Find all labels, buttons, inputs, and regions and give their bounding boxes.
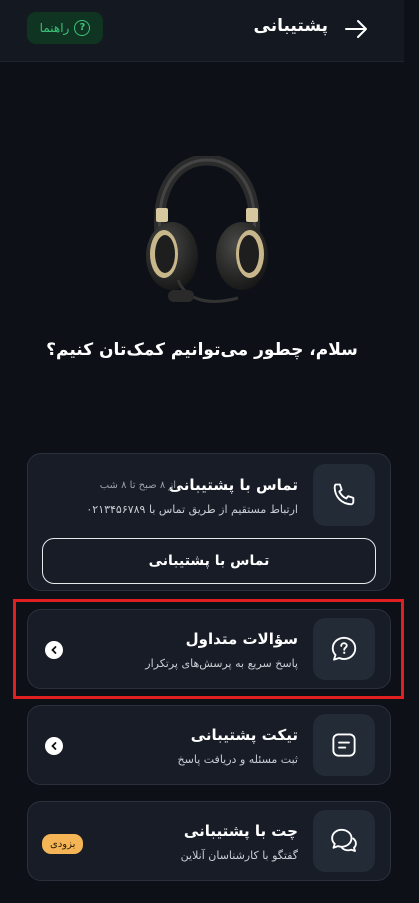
help-button-label: راهنما xyxy=(39,21,70,35)
ticket-icon-tile xyxy=(313,714,375,776)
contact-icon-tile xyxy=(313,464,375,526)
contact-subtitle: ارتباط مستقیم از طریق تماس با ۰۲۱۳۴۵۶۷۸۹ xyxy=(86,503,298,516)
top-app-bar: پشتیبانی ? راهنما xyxy=(0,0,404,62)
faq-highlight-outline xyxy=(13,599,404,699)
call-support-button[interactable]: تماس با پشتیبانی xyxy=(42,538,376,584)
contact-hours: از ۸ صبح تا ۸ شب xyxy=(99,480,176,491)
ticket-subtitle: ثبت مسئله و دریافت پاسخ xyxy=(177,753,298,766)
help-button[interactable]: ? راهنما xyxy=(27,12,103,44)
chat-icon-tile xyxy=(313,810,375,872)
chat-title: چت با پشتیبانی xyxy=(183,822,298,840)
chat-bubbles-icon xyxy=(331,828,357,852)
ticket-card[interactable]: تیکت پشتیبانی ثبت مسئله و دریافت پاسخ xyxy=(27,705,391,785)
help-circle-icon: ? xyxy=(74,20,91,36)
chevron-left-icon xyxy=(45,737,63,755)
chat-card[interactable]: چت با پشتیبانی گفتگو با کارشناسان آنلاین… xyxy=(27,801,391,881)
arrow-back-icon[interactable] xyxy=(344,18,370,40)
headset-illustration xyxy=(146,156,268,303)
coming-soon-badge: بزودی xyxy=(42,834,84,854)
greeting-text: سلام، چطور می‌توانیم کمک‌تان کنیم؟ xyxy=(46,340,358,360)
contact-title: تماس با پشتیبانی xyxy=(168,476,298,494)
page-title: پشتیبانی xyxy=(253,16,328,36)
phone-icon xyxy=(333,483,355,506)
ticket-title: تیکت پشتیبانی xyxy=(190,726,298,744)
message-lines-icon xyxy=(332,733,356,757)
chat-subtitle: گفتگو با کارشناسان آنلاین xyxy=(180,849,298,862)
contact-support-card: تماس با پشتیبانی از ۸ صبح تا ۸ شب ارتباط… xyxy=(27,453,391,591)
